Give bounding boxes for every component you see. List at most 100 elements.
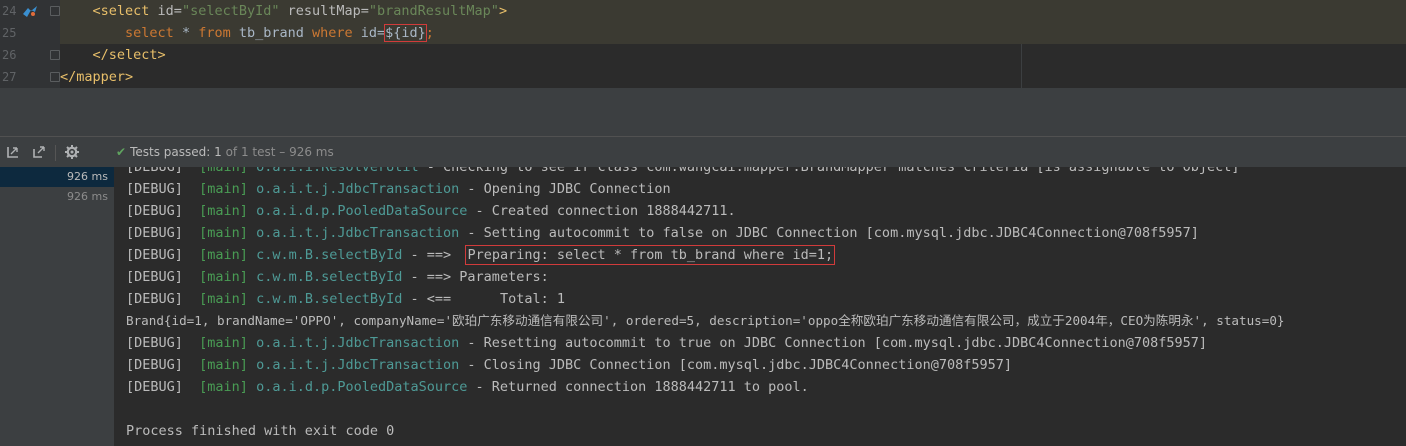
tests-detail: of 1 test – 926 ms [225,145,334,159]
log-message: - Checking to see if class com.wangcai.m… [418,167,1240,175]
log-logger: c.w.m.B.selectById [256,291,403,307]
gutter-line-27: 27 [0,66,60,88]
log-logger: o.a.i.t.j.JdbcTransaction [256,357,460,373]
log-message: - Opening JDBC Connection [459,181,671,197]
expand-icon[interactable] [30,143,48,161]
code-line-25[interactable]: select * from tb_brand where id=${id}; [60,22,1406,44]
line-number: 26 [2,48,17,62]
test-tree-item[interactable]: 926 ms [0,187,114,207]
log-thread: [main] [199,379,248,395]
log-message: - <== Total: 1 [402,291,565,307]
sql-keyword: where [312,25,353,41]
xml-tag: </mapper> [60,69,134,85]
log-logger: o.a.i.t.j.JdbcTransaction [256,335,460,351]
console-line: [DEBUG] [main] c.w.m.B.selectById - <== … [126,288,565,310]
xml-tag: <select [92,3,158,19]
log-level: [DEBUG] [126,357,183,373]
log-thread: [main] [199,247,248,263]
xml-tag: > [498,3,508,19]
console-line: [DEBUG] [main] c.w.m.B.selectById - ==> … [126,266,557,288]
code-line-24[interactable]: <select id="selectById" resultMap="brand… [60,0,1406,22]
run-toolbar: ✔ Tests passed: 1 of 1 test – 926 ms [0,136,1406,168]
log-logger: c.w.m.B.selectById [256,269,403,285]
log-message: - Closing JDBC Connection [com.mysql.jdb… [459,357,1012,373]
log-logger: o.a.i.t.j.JdbcTransaction [256,181,460,197]
highlighted-sql: Preparing: select * from tb_brand where … [465,245,836,265]
log-level: [DEBUG] [126,225,183,241]
test-duration: 926 ms [67,170,108,183]
log-level: [DEBUG] [126,291,183,307]
panel-divider[interactable] [0,88,1406,136]
log-logger: c.w.m.B.selectById [256,247,403,263]
log-logger: o.a.i.d.p.PooledDataSource [256,379,468,395]
sql-param-placeholder: ${id} [384,24,427,42]
gutter-line-25: 25 [0,22,60,44]
fold-marker-icon[interactable] [50,72,60,82]
log-logger: o.a.i.i.ResolverUtil [256,167,419,175]
log-level: [DEBUG] [126,203,183,219]
console-line: [DEBUG] [main] o.a.i.t.j.JdbcTransaction… [126,354,1012,376]
log-level: [DEBUG] [126,269,183,285]
console-line: [DEBUG] [main] o.a.i.i.ResolverUtil - Ch… [126,167,1240,178]
code-line-27[interactable]: </mapper> [60,66,1406,88]
log-thread: [main] [199,269,248,285]
sql-text: id= [352,25,386,41]
sql-keyword: from [198,25,231,41]
test-results-tree: 926 ms 926 ms [0,167,115,446]
gutter-line-26: 26 [0,44,60,66]
tests-status: ✔ Tests passed: 1 of 1 test – 926 ms [116,144,334,160]
xml-attr: resultMap= [279,3,369,19]
query-result: Brand{id=1, brandName='OPPO', companyNam… [126,313,1285,328]
toolbar-separator [55,145,56,161]
log-thread: [main] [199,225,248,241]
log-level: [DEBUG] [126,335,183,351]
xml-value: "selectById" [181,3,280,19]
settings-gear-icon[interactable] [63,143,81,161]
log-message: - ==> [402,247,468,263]
log-message: - ==> Parameters: [402,269,557,285]
log-level: [DEBUG] [126,181,183,197]
sql-semicolon: ; [425,25,434,41]
editor-right-margin-guide [1021,44,1022,88]
line-number: 24 [2,4,17,18]
log-thread: [main] [199,335,248,351]
log-logger: o.a.i.t.j.JdbcTransaction [256,225,460,241]
sort-alphabetically-icon[interactable] [4,143,22,161]
console-line: [DEBUG] [main] o.a.i.t.j.JdbcTransaction… [126,222,1199,244]
line-number: 25 [2,26,17,40]
tests-passed-label: Tests passed: [130,145,211,159]
console-line: Process finished with exit code 0 [126,420,394,442]
sql-text: tb_brand [230,25,312,41]
line-number: 27 [2,70,17,84]
log-thread: [main] [199,357,248,373]
log-level: [DEBUG] [126,379,183,395]
log-message: - Created connection 1888442711. [467,203,736,219]
editor-gutter: 24 25 26 27 [0,0,60,88]
tests-passed-count: 1 [214,145,222,159]
log-thread: [main] [199,181,248,197]
mapper-gutter-icon[interactable] [22,4,38,23]
gutter-line-24: 24 [0,0,60,22]
console-output[interactable]: [DEBUG] [main] o.a.i.i.ResolverUtil - Ch… [114,167,1406,446]
console-line: [DEBUG] [main] o.a.i.d.p.PooledDataSourc… [126,200,736,222]
log-message: - Setting autocommit to false on JDBC Co… [459,225,1199,241]
log-level: [DEBUG] [126,167,183,175]
log-message: - Returned connection 1888442711 to pool… [467,379,809,395]
check-icon: ✔ [116,145,127,159]
console-line: [DEBUG] [main] o.a.i.t.j.JdbcTransaction… [126,332,1207,354]
test-tree-item[interactable]: 926 ms [0,167,114,187]
log-thread: [main] [199,167,248,175]
code-line-26[interactable]: </select> [60,44,1406,66]
log-thread: [main] [199,203,248,219]
sql-text: * [173,25,199,41]
log-thread: [main] [199,291,248,307]
test-duration: 926 ms [67,190,108,203]
fold-marker-icon[interactable] [50,6,60,16]
sql-keyword: select [125,25,174,41]
xml-attr: id= [157,3,182,19]
console-line: [DEBUG] [main] c.w.m.B.selectById - ==> … [126,244,836,266]
fold-marker-icon[interactable] [50,50,60,60]
process-exit-message: Process finished with exit code 0 [126,423,395,439]
code-editor[interactable]: 24 25 26 27 <select id="selectById" resu… [0,0,1406,88]
